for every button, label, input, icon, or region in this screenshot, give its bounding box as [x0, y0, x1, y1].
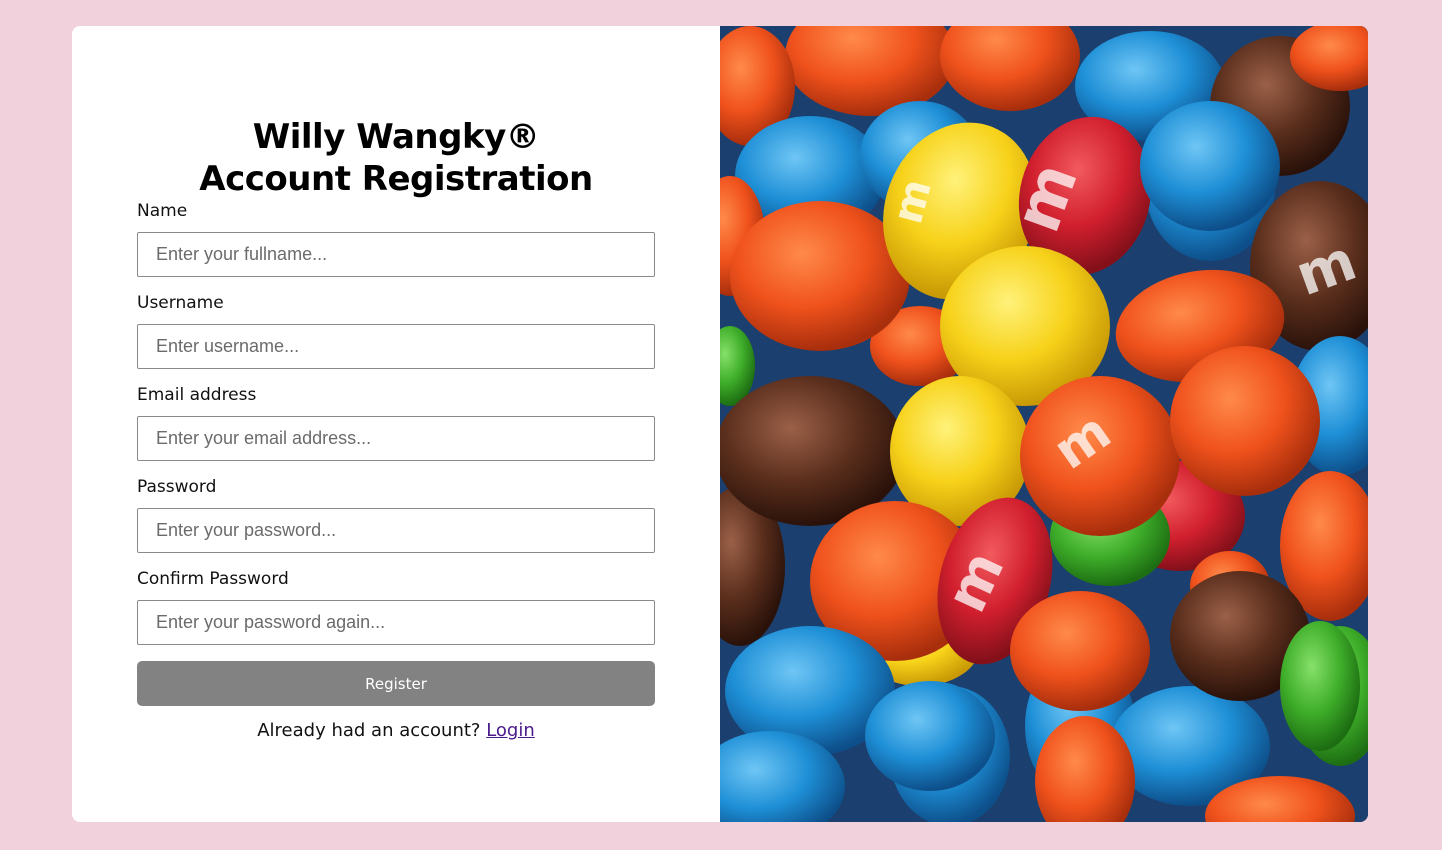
username-input[interactable] [137, 324, 655, 369]
email-input[interactable] [137, 416, 655, 461]
registration-form: Name Username Email address Password Con… [137, 200, 655, 741]
confirm-password-label: Confirm Password [137, 569, 289, 589]
login-link[interactable]: Login [486, 720, 535, 741]
candy-photo-image: m m m m m [720, 26, 1368, 822]
email-label: Email address [137, 385, 257, 405]
registration-card: Willy Wangky® Account Registration Name … [72, 26, 1368, 822]
password-label: Password [137, 477, 217, 497]
username-label: Username [137, 293, 224, 313]
password-input[interactable] [137, 508, 655, 553]
title-subtitle: Account Registration [199, 159, 593, 199]
register-button[interactable]: Register [137, 661, 655, 706]
name-label: Name [137, 201, 188, 221]
form-pane: Willy Wangky® Account Registration Name … [72, 26, 720, 822]
page-title: Willy Wangky® Account Registration [72, 116, 720, 200]
login-prompt-text: Already had an account? [257, 720, 481, 741]
confirm-password-input[interactable] [137, 600, 655, 645]
title-brand: Willy Wangky® [252, 117, 540, 157]
login-prompt-row: Already had an account? Login [137, 720, 655, 741]
name-input[interactable] [137, 232, 655, 277]
hero-image: m m m m m [720, 26, 1368, 822]
